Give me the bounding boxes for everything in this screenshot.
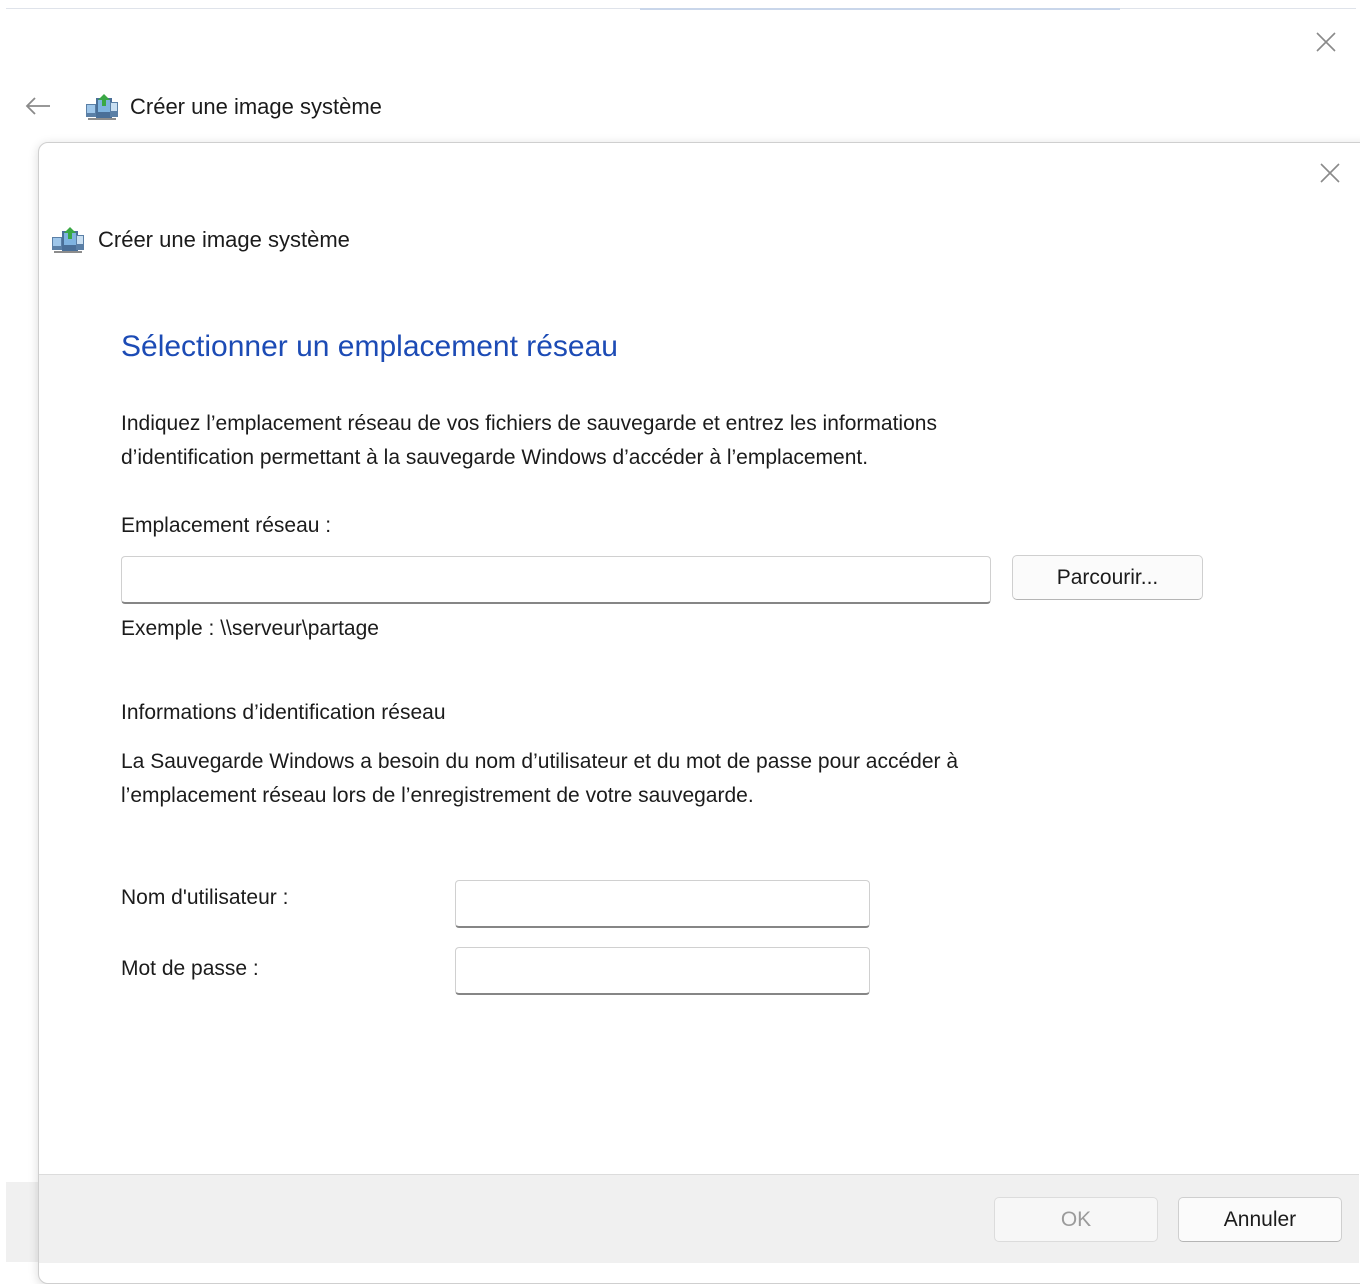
- close-icon: [1316, 32, 1336, 52]
- parent-window-title: Créer une image système: [130, 94, 382, 119]
- password-label: Mot de passe :: [121, 957, 259, 980]
- back-button[interactable]: [22, 92, 54, 120]
- credentials-line-2: l’emplacement réseau lors de l’enregistr…: [121, 784, 754, 807]
- example-text: Exemple : \\serveur\partage: [121, 617, 379, 640]
- intro-line-1: Indiquez l’emplacement réseau de vos fic…: [121, 412, 937, 435]
- ok-button[interactable]: OK: [994, 1197, 1158, 1242]
- cancel-button-label: Annuler: [1223, 1207, 1297, 1231]
- username-label: Nom d'utilisateur :: [121, 886, 289, 909]
- dialog-footer: [39, 1174, 1359, 1263]
- password-input[interactable]: [455, 947, 870, 995]
- page-heading: Sélectionner un emplacement réseau: [121, 330, 618, 363]
- back-arrow-icon: [25, 97, 50, 115]
- backup-icon: [86, 94, 118, 120]
- backup-icon: [52, 227, 84, 253]
- network-location-input[interactable]: [121, 556, 991, 604]
- cancel-button[interactable]: Annuler: [1178, 1197, 1342, 1242]
- network-location-label: Emplacement réseau :: [121, 514, 332, 537]
- intro-text: Indiquez l’emplacement réseau de vos fic…: [121, 407, 1161, 475]
- dialog-title: Créer une image système: [98, 227, 350, 252]
- credentials-line-1: La Sauvegarde Windows a besoin du nom d’…: [121, 750, 959, 773]
- credentials-heading: Informations d’identification réseau: [121, 701, 446, 724]
- intro-line-2: d’identification permettant à la sauvega…: [121, 446, 869, 469]
- parent-window-footer: [6, 1182, 40, 1262]
- parent-close-button[interactable]: [1308, 28, 1344, 56]
- credentials-text: La Sauvegarde Windows a besoin du nom d’…: [121, 745, 1161, 813]
- close-icon: [1320, 163, 1340, 183]
- dialog-close-button[interactable]: [1312, 158, 1348, 188]
- browse-button-label: Parcourir...: [1056, 565, 1159, 589]
- browse-button[interactable]: Parcourir...: [1012, 555, 1203, 600]
- window-accent-line: [640, 8, 1120, 10]
- ok-button-label: OK: [1060, 1207, 1092, 1231]
- username-input[interactable]: [455, 880, 870, 928]
